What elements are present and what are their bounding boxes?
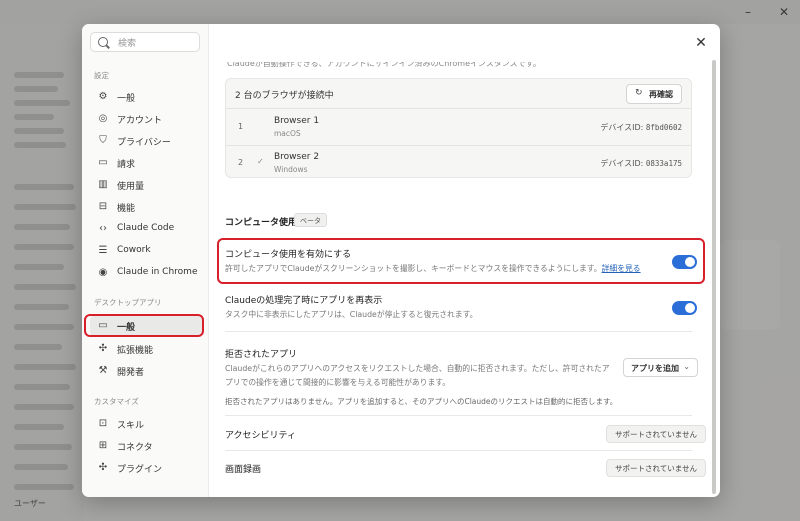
beta-badge: ベータ (294, 213, 327, 227)
browser-name: Browser 2 (274, 152, 320, 162)
plugin-icon: ✣ (98, 462, 108, 473)
nav-item-label: 使用量 (117, 182, 145, 192)
truncated-description: Claudeが自動操作できる、アカウントにサインイン済みのChromeインスタン… (227, 59, 541, 68)
user-icon: ◎ (98, 113, 108, 124)
nav-item-label: Claude in Chrome (117, 267, 198, 277)
nav-item-label: 機能 (117, 204, 136, 214)
setting-title: 拒否されたアプリ (225, 350, 298, 360)
section-label-settings: 設定 (94, 71, 109, 80)
section-label-customize: カスタマイズ (94, 397, 139, 406)
browser-os: Windows (274, 165, 308, 174)
divider (225, 331, 692, 332)
nav-item-label: プライバシー (117, 138, 171, 148)
connector-icon: ⊞ (98, 440, 108, 451)
setting-description: タスク中に非表示にしたアプリは、Claudeが停止すると復元されます。 (225, 310, 478, 319)
nav-item-label: コネクタ (117, 443, 153, 453)
nav-item-label: 一般 (117, 94, 136, 104)
section-label-desktop: デスクトップアプリ (94, 298, 162, 307)
list-icon: ☰ (98, 245, 108, 256)
nav-item-privacy[interactable]: ⛉ プライバシー (90, 131, 202, 151)
device-id-value: 0833a175 (645, 159, 682, 168)
chrome-icon: ◉ (98, 267, 108, 278)
wrench-icon: ⚒ (98, 365, 108, 376)
nav-item-features[interactable]: ⊟ 機能 (90, 197, 202, 217)
nav-item-label: 拡張機能 (117, 346, 154, 356)
recheck-label: 再確認 (649, 90, 673, 99)
accessibility-status-badge: サポートされていません (606, 425, 707, 443)
gear-icon: ⚙ (98, 91, 108, 102)
screen-recording-status-badge: サポートされていません (606, 459, 707, 477)
nav-item-label: アカウント (117, 116, 163, 126)
setting-description-line1: Claudeがこれらのアプリへのアクセスをリクエストした場合、自動的に拒否されま… (225, 364, 610, 373)
nav-item-label: 請求 (117, 160, 136, 170)
device-id-label: デバイスID: (600, 159, 644, 168)
setting-title: 画面録画 (225, 465, 262, 475)
add-app-button[interactable]: アプリを追加 ⌄ (623, 358, 698, 377)
highlight-box-setting (217, 238, 705, 284)
connected-browsers-card: 2 台のブラウザが接続中 ↻ 再確認 1 Browser 1 macOS デバイ… (225, 78, 692, 178)
browser-index: 1 (238, 122, 244, 131)
search-icon (98, 37, 108, 47)
nav-item-usage[interactable]: ▥ 使用量 (90, 175, 202, 195)
add-app-label: アプリを追加 (631, 364, 679, 373)
denied-empty-text: 拒否されたアプリはありません。アプリを追加すると、そのアプリへのClaudeのリ… (225, 397, 618, 406)
highlight-box-nav (84, 314, 204, 337)
settings-modal: 検索 設定 ⚙ 一般 ◎ アカウント ⛉ プライバシー ▭ 請求 ▥ 使用量 ⊟… (82, 24, 720, 497)
setting-title: Claudeの処理完了時にアプリを再表示 (225, 296, 383, 306)
settings-sidebar: 検索 設定 ⚙ 一般 ◎ アカウント ⛉ プライバシー ▭ 請求 ▥ 使用量 ⊟… (82, 24, 209, 497)
device-id: デバイスID: 0833a175 (600, 158, 682, 169)
check-icon: ✓ (257, 157, 264, 166)
code-icon: ‹› (99, 223, 107, 234)
browsers-header: 2 台のブラウザが接続中 ↻ 再確認 (226, 79, 691, 109)
browser-row: 1 Browser 1 macOS デバイスID: 8fbd0602 (226, 110, 691, 144)
computer-use-heading: コンピュータ使用 (225, 218, 298, 228)
recheck-button[interactable]: ↻ 再確認 (626, 84, 682, 104)
nav-item-billing[interactable]: ▭ 請求 (90, 153, 202, 173)
nav-item-label: スキル (117, 421, 145, 431)
nav-item-connectors[interactable]: ⊞ コネクタ (90, 436, 202, 456)
skill-icon: ⊡ (98, 418, 108, 429)
browser-index: 2 (238, 158, 244, 167)
setting-description-line2: プリでの操作を通じて間接的に影響を与える可能性があります。 (225, 378, 451, 387)
briefcase-icon: ⊟ (98, 201, 108, 212)
nav-item-general[interactable]: ⚙ 一般 (90, 87, 202, 107)
nav-item-claude-in-chrome[interactable]: ◉ Claude in Chrome (90, 263, 202, 283)
nav-item-skills[interactable]: ⊡ スキル (90, 414, 202, 434)
browser-os: macOS (274, 129, 301, 138)
divider (225, 450, 692, 451)
scrollbar[interactable] (712, 60, 716, 494)
nav-item-plugins[interactable]: ✣ プラグイン (90, 458, 202, 478)
nav-item-label: Claude Code (117, 223, 175, 233)
nav-item-account[interactable]: ◎ アカウント (90, 109, 202, 129)
close-icon[interactable]: ✕ (694, 36, 708, 50)
shield-icon: ⛉ (99, 135, 107, 146)
puzzle-icon: ✣ (98, 343, 108, 354)
chevron-down-icon: ⌄ (683, 362, 690, 371)
divider (225, 415, 692, 416)
search-input[interactable]: 検索 (90, 32, 200, 52)
browser-row: 2 ✓ Browser 2 Windows デバイスID: 0833a175 (226, 145, 691, 177)
reshow-apps-setting: Claudeの処理完了時にアプリを再表示 タスク中に非表示にしたアプリは、Cla… (225, 293, 692, 325)
bar-chart-icon: ▥ (98, 179, 108, 190)
browser-name: Browser 1 (274, 116, 320, 126)
device-id-value: 8fbd0602 (645, 123, 682, 132)
nav-item-developer[interactable]: ⚒ 開発者 (90, 361, 202, 381)
device-id-label: デバイスID: (600, 123, 644, 132)
denied-apps-setting: 拒否されたアプリ Claudeがこれらのアプリへのアクセスをリクエストした場合、… (225, 347, 692, 391)
nav-item-claude-code[interactable]: ‹› Claude Code (90, 219, 202, 239)
nav-item-label: プラグイン (117, 465, 163, 475)
denied-apps-empty: 拒否されたアプリはありません。アプリを追加すると、そのアプリへのClaudeのリ… (225, 396, 692, 410)
nav-item-cowork[interactable]: ☰ Cowork (90, 241, 202, 261)
nav-item-label: Cowork (117, 245, 151, 255)
nav-item-label: 開発者 (117, 368, 145, 378)
nav-item-extensions[interactable]: ✣ 拡張機能 (90, 339, 202, 359)
setting-title: アクセシビリティ (225, 431, 297, 441)
reshow-apps-toggle[interactable] (672, 301, 697, 315)
browser-count: 2 台のブラウザが接続中 (235, 91, 334, 101)
search-placeholder: 検索 (118, 39, 137, 49)
device-id: デバイスID: 8fbd0602 (600, 122, 682, 133)
card-icon: ▭ (98, 157, 108, 168)
refresh-icon: ↻ (635, 88, 643, 98)
